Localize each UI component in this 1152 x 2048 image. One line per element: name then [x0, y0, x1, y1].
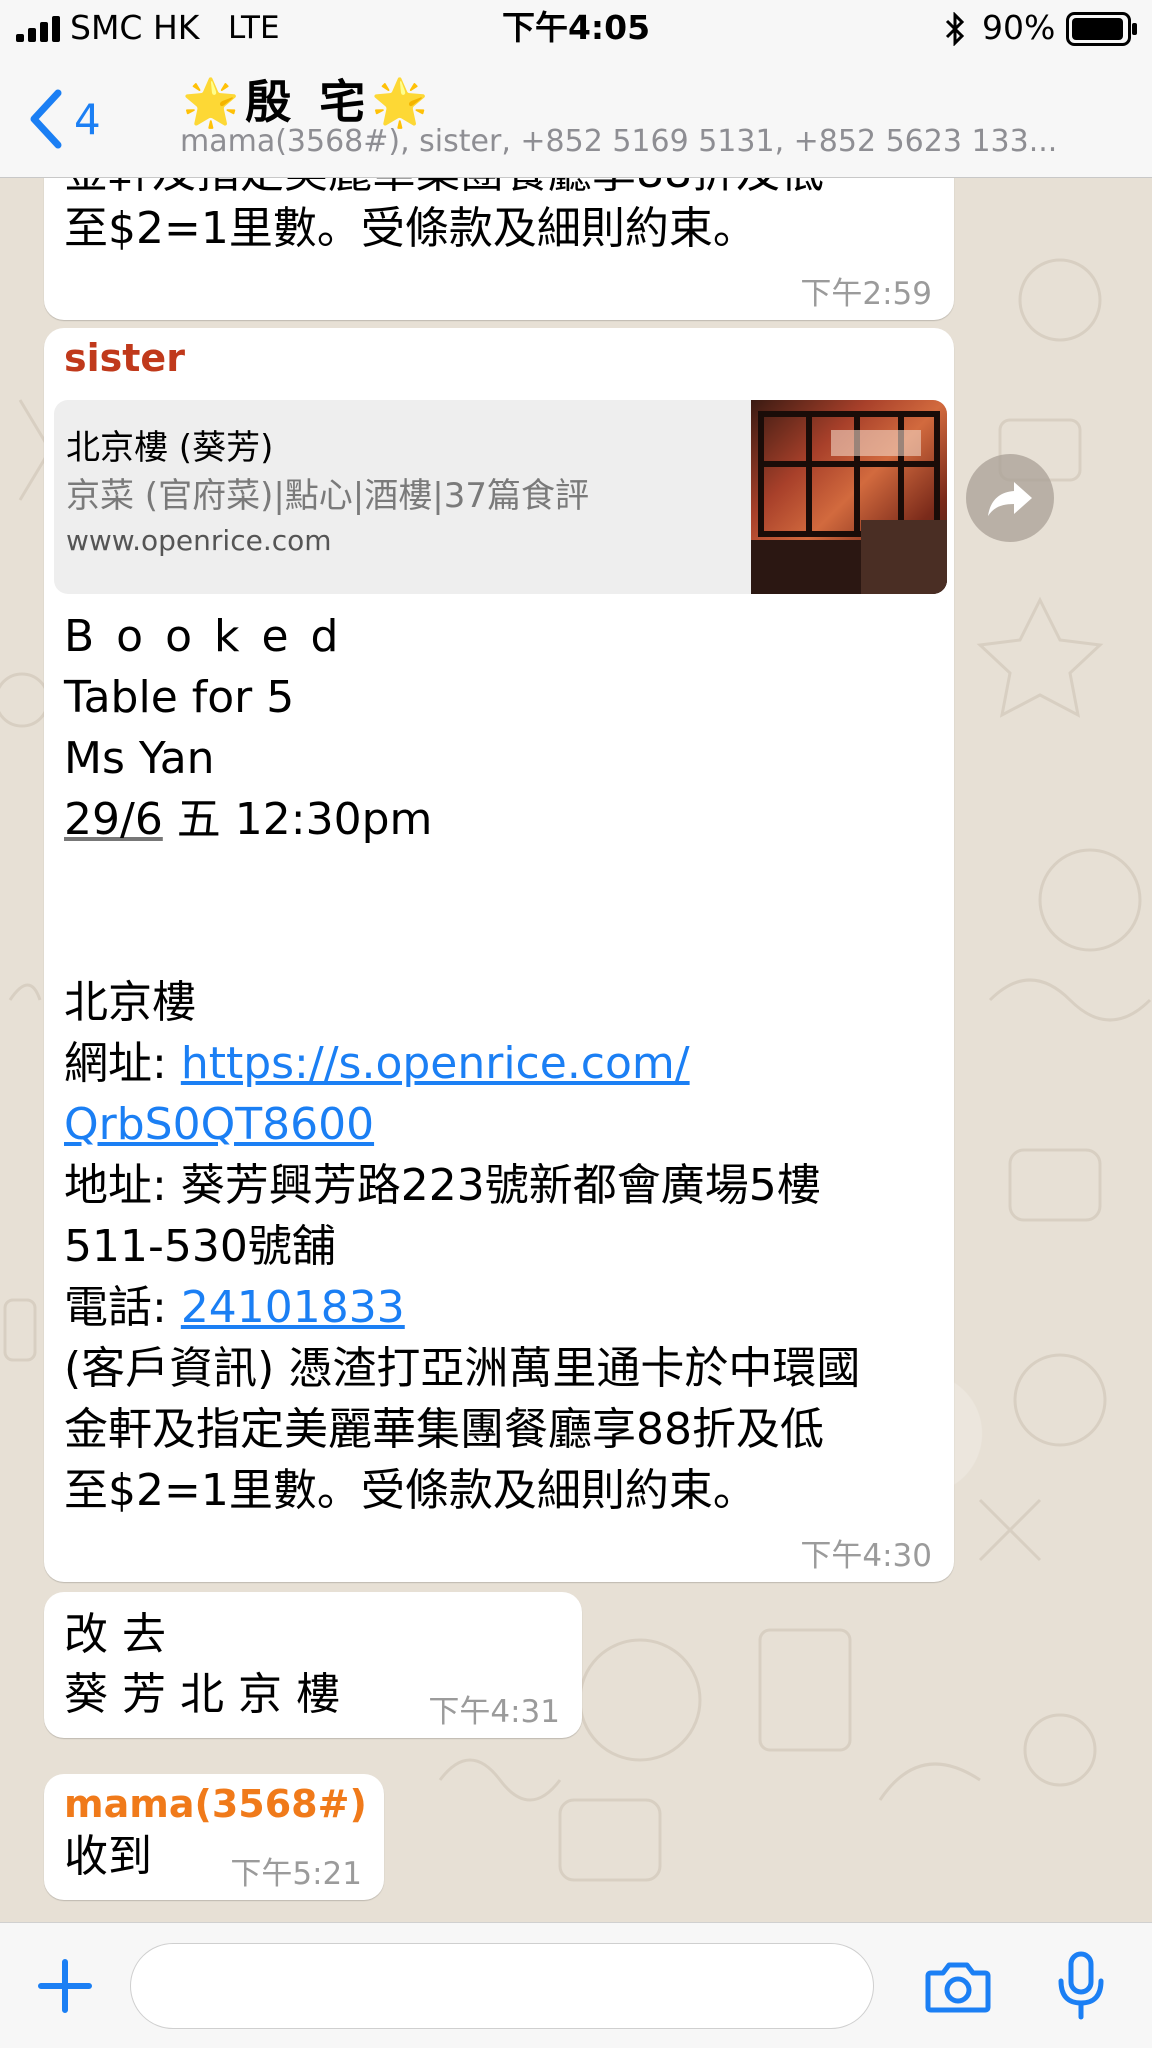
message-line: 電話: 24101833 [64, 1277, 405, 1338]
attach-button[interactable] [30, 1953, 100, 2019]
message-line: 511-530號舖 [64, 1221, 336, 1272]
website-link[interactable]: https://s.openrice.com/ [181, 1038, 690, 1089]
website-link-continued[interactable]: QrbS0QT8600 [64, 1099, 374, 1150]
chat-header: 4 🌟殷 宅🌟 mama(3568#), sister, +852 5169 5… [0, 58, 1152, 178]
message-line: Table for 5 [64, 672, 295, 723]
restaurant-photo [751, 411, 947, 594]
microphone-button[interactable] [1046, 1949, 1116, 2023]
date-link[interactable]: 29/6 [64, 794, 163, 845]
message-input[interactable] [130, 1943, 874, 2029]
chat-participants[interactable]: mama(3568#), sister, +852 5169 5131, +85… [180, 124, 1120, 159]
preview-url: www.openrice.com [66, 524, 332, 557]
message-line: 網址: https://s.openrice.com/ [64, 1033, 690, 1094]
forward-icon [988, 482, 1032, 516]
status-bar: SMC HK LTE 下午4:05 90% [0, 0, 1152, 58]
message-time: 下午4:30 [800, 1538, 932, 1574]
message-line: 北京樓 [64, 977, 196, 1028]
forward-button[interactable] [966, 454, 1054, 542]
unread-count: 4 [74, 94, 101, 144]
battery-percentage: 90% [982, 8, 1056, 47]
message-bubble[interactable]: 改 去 葵 芳 北 京 樓 下午4:31 [44, 1592, 582, 1738]
message-line: (客戶資訊) 憑渣打亞洲萬里通卡於中環國 [64, 1343, 861, 1394]
back-chevron-icon [30, 89, 62, 149]
preview-description: 京菜 (官府菜)|點心|酒樓|37篇食評 [66, 476, 589, 516]
message-line: 葵 芳 北 京 樓 [64, 1669, 340, 1720]
input-bar [0, 1922, 1152, 2048]
message-line: 改 去 [64, 1609, 166, 1660]
link-preview-card[interactable]: 北京樓 (葵芳) 京菜 (官府菜)|點心|酒樓|37篇食評 www.openri… [54, 400, 947, 594]
message-line: 至$2=1里數。受條款及細則約束。 [64, 203, 757, 254]
message-line: 29/6 五 12:30pm [64, 789, 432, 850]
plus-icon [38, 1959, 92, 2013]
web-label: 網址: [64, 1038, 181, 1089]
sender-name: mama(3568#) [64, 1782, 367, 1826]
message-line: QrbS0QT8600 [64, 1094, 374, 1155]
message-line: 金軒及指定美麗華集團餐廳享88折及低 [64, 1404, 824, 1455]
message-line: 至$2=1里數。受條款及細則約束。 [64, 1465, 757, 1516]
message-line: 收到 [64, 1831, 152, 1882]
message-time: 下午5:21 [230, 1856, 362, 1892]
sender-name: sister [64, 336, 185, 380]
preview-thumbnail [751, 400, 947, 594]
phone-label: 電話: [64, 1282, 181, 1333]
chat-title[interactable]: 🌟殷 宅🌟 [182, 66, 435, 132]
message-line: B o o k e d [64, 611, 343, 662]
bluetooth-icon [945, 12, 965, 46]
message-bubble[interactable]: sister 北京樓 (葵芳) 京菜 (官府菜)|點心|酒樓|37篇食評 www… [44, 328, 954, 1582]
message-time: 下午4:31 [428, 1694, 560, 1730]
message-time: 下午2:59 [800, 276, 932, 312]
camera-button[interactable] [918, 1953, 998, 2019]
status-time: 下午4:05 [501, 8, 651, 47]
message-line: Ms Yan [64, 733, 215, 784]
back-button[interactable]: 4 [28, 84, 138, 154]
message-line: 地址: 葵芳興芳路223號新都會廣場5樓 [64, 1160, 821, 1211]
battery-icon [1066, 12, 1137, 46]
date-rest: 五 12:30pm [162, 794, 433, 845]
message-bubble[interactable]: mama(3568#) 收到 下午5:21 [44, 1774, 384, 1900]
camera-icon [925, 1962, 991, 2013]
phone-link[interactable]: 24101833 [181, 1282, 405, 1333]
microphone-icon [1058, 1951, 1104, 2020]
preview-title: 北京樓 (葵芳) [66, 428, 274, 468]
